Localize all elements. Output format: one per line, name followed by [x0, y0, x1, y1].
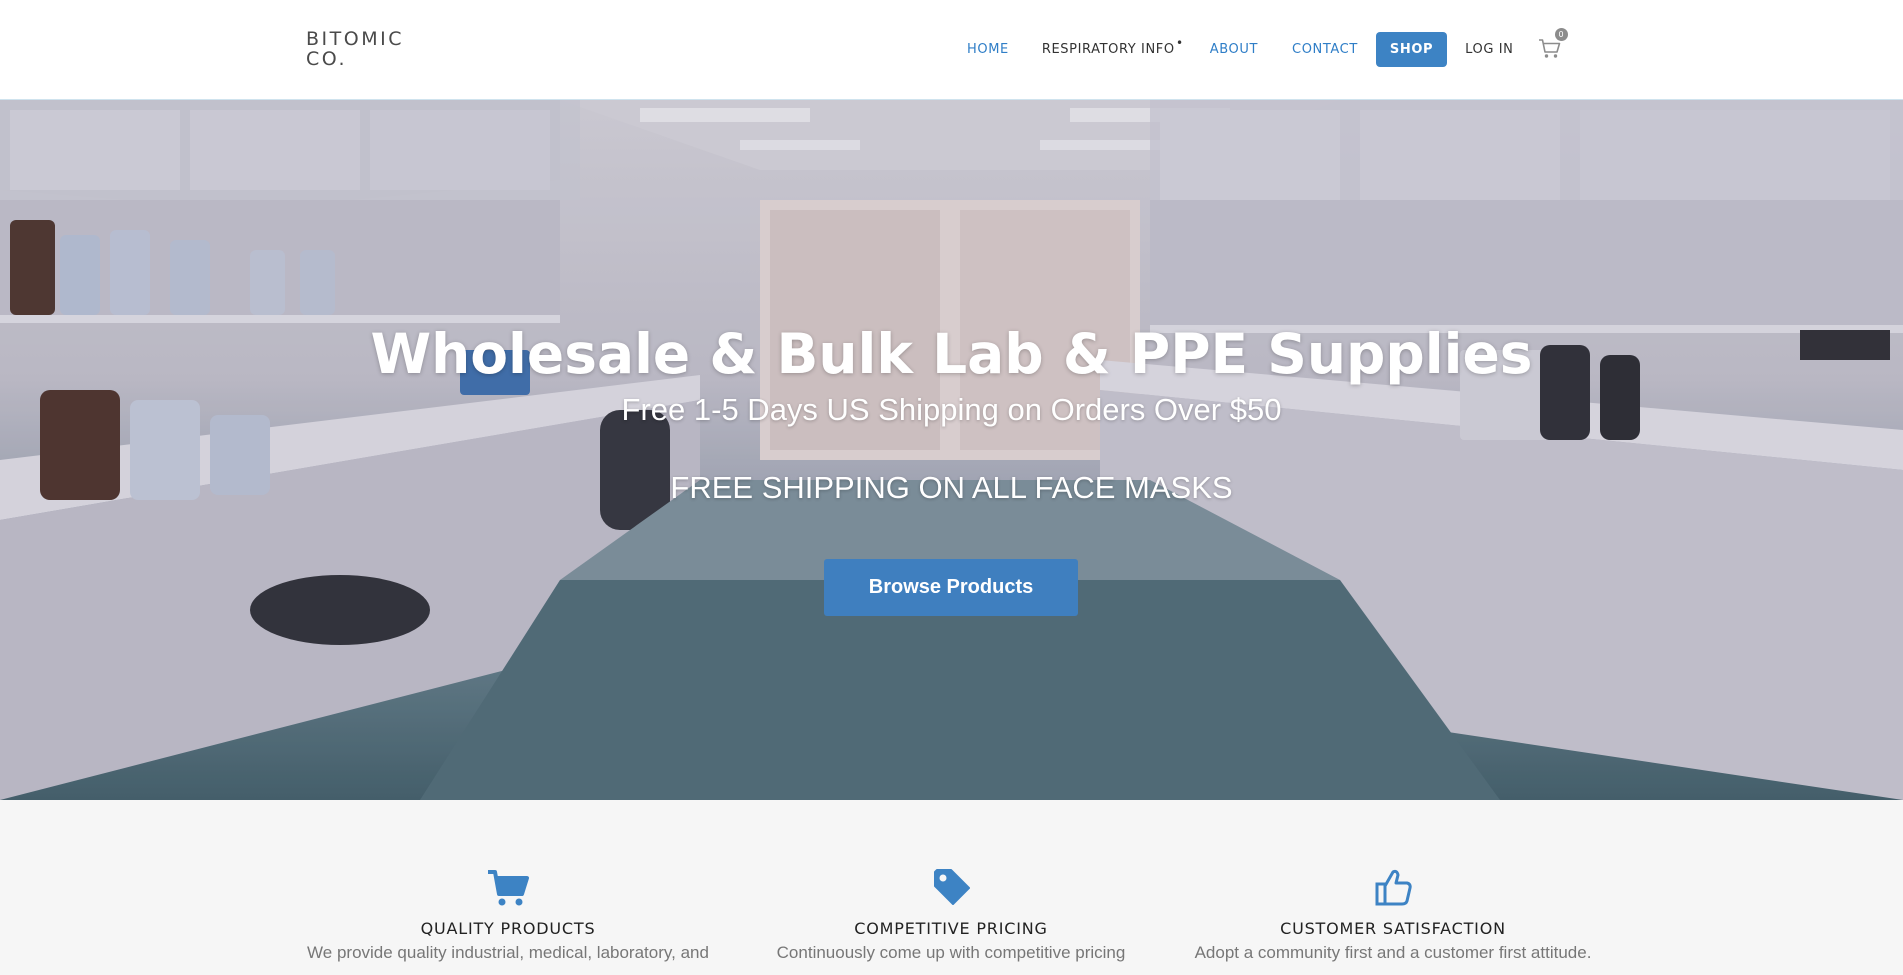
nav-contact-link[interactable]: CONTACT — [1292, 42, 1358, 57]
feature-title: QUALITY PRODUCTS — [420, 919, 596, 938]
feature-title: COMPETITIVE PRICING — [854, 919, 1048, 938]
feature-competitive-pricing: COMPETITIVE PRICING Continuously come up… — [741, 868, 1161, 964]
nav-respiratory-info-link[interactable]: RESPIRATORY INFO • — [1041, 36, 1183, 57]
feature-description: We provide quality industrial, medical, … — [307, 943, 709, 962]
main-nav: HOME RESPIRATORY INFO • ABOUT CONTACT SH… — [956, 28, 1568, 67]
brand-logo-line2: CO. — [306, 48, 347, 70]
hero-title: Wholesale & Bulk Lab & PPE Supplies — [370, 322, 1533, 386]
cart-icon — [1538, 39, 1560, 58]
thumbs-up-icon — [1375, 869, 1412, 906]
tag-icon — [934, 869, 970, 905]
brand-logo[interactable]: BITOMIC CO. — [306, 29, 404, 69]
feature-quality-products: QUALITY PRODUCTS We provide quality indu… — [298, 868, 718, 964]
feature-description: Continuously come up with competitive pr… — [776, 943, 1126, 962]
hero-subtitle: Free 1-5 Days US Shipping on Orders Over… — [621, 392, 1282, 427]
cart-icon — [488, 870, 529, 906]
features-section: QUALITY PRODUCTS We provide quality indu… — [0, 800, 1903, 975]
nav-home-link[interactable]: HOME — [967, 42, 1009, 57]
cart-count-badge: 0 — [1554, 28, 1568, 41]
browse-products-button[interactable]: Browse Products — [824, 559, 1078, 616]
brand-logo-line1: BITOMIC — [306, 28, 404, 50]
nav-login-link[interactable]: LOG IN — [1465, 42, 1513, 57]
feature-customer-satisfaction: CUSTOMER SATISFACTION Adopt a community … — [1183, 868, 1603, 964]
nav-shop-button[interactable]: SHOP — [1375, 31, 1448, 67]
nav-about-link[interactable]: ABOUT — [1210, 42, 1258, 57]
nav-respiratory-marker: • — [1176, 35, 1184, 50]
feature-title: CUSTOMER SATISFACTION — [1280, 919, 1506, 938]
nav-respiratory-info-label: RESPIRATORY INFO — [1041, 41, 1175, 57]
hero-banner: Wholesale & Bulk Lab & PPE Supplies Free… — [0, 100, 1903, 800]
cart-button[interactable]: 0 — [1538, 28, 1568, 60]
feature-description: Adopt a community first and a customer f… — [1194, 943, 1592, 962]
hero-promo-text: FREE SHIPPING ON ALL FACE MASKS — [670, 470, 1233, 505]
site-header: BITOMIC CO. HOME RESPIRATORY INFO • ABOU… — [0, 0, 1903, 100]
hero-lab-background-image — [0, 100, 1903, 800]
